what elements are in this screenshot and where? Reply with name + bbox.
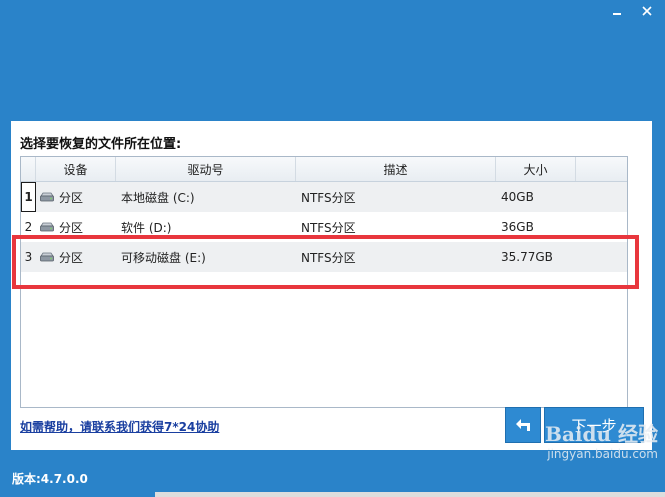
minimize-icon (613, 13, 621, 15)
watermark-url: jingyan.baidu.com (547, 447, 658, 461)
table-row[interactable]: 3 分区 可移动磁盘 (E:) NTFS分区 35.77GB (21, 242, 627, 272)
row-size: 35.77GB (501, 250, 553, 264)
device-label: 分区 (59, 220, 84, 235)
minimize-button[interactable] (605, 0, 629, 22)
row-desc: NTFS分区 (301, 220, 356, 235)
row-drive: 软件 (D:) (121, 220, 172, 235)
header-device[interactable]: 设备 (36, 157, 116, 181)
row-index: 2 (24, 220, 33, 234)
table-row[interactable]: 2 分区 软件 (D:) NTFS分区 36GB (21, 212, 627, 242)
header-desc[interactable]: 描述 (296, 157, 496, 181)
header-drive[interactable]: 驱动号 (116, 157, 296, 181)
table-row[interactable]: 1 分区 本地磁盘 (C:) NTFS分区 40GB (21, 182, 627, 212)
hard-drive-icon (40, 222, 54, 232)
row-device: 分区 (36, 219, 116, 236)
main-panel: 选择要恢复的文件所在位置: 设备 驱动号 描述 大小 1 分区 本地磁盘 (C:… (11, 121, 652, 450)
row-device: 分区 (36, 189, 116, 206)
row-size: 40GB (501, 190, 534, 204)
baidu-watermark: Baidu 经验 jingyan.baidu.com (508, 418, 658, 461)
row-desc: NTFS分区 (301, 190, 356, 205)
table-header: 设备 驱动号 描述 大小 (21, 157, 627, 182)
header-index (21, 157, 36, 181)
prompt-title: 选择要恢复的文件所在位置: (20, 137, 182, 152)
device-label: 分区 (59, 250, 84, 265)
header-size[interactable]: 大小 (496, 157, 576, 181)
row-drive: 可移动磁盘 (E:) (121, 250, 206, 265)
window-controls (605, 0, 659, 22)
row-size: 36GB (501, 220, 534, 234)
hard-drive-icon (40, 192, 54, 202)
bottom-edge (155, 492, 665, 497)
version-label: 版本:4.7.0.0 (12, 472, 88, 486)
row-drive: 本地磁盘 (C:) (121, 190, 195, 205)
hard-drive-icon (40, 252, 54, 262)
close-button[interactable] (635, 0, 659, 22)
device-label: 分区 (59, 190, 84, 205)
close-icon (642, 6, 652, 16)
row-index: 3 (24, 250, 33, 264)
help-link[interactable]: 如需帮助，请联系我们获得7*24协助 (20, 418, 219, 435)
row-desc: NTFS分区 (301, 250, 356, 265)
watermark-brand: Baidu 经验 (545, 422, 658, 446)
row-index: 1 (21, 182, 36, 212)
row-device: 分区 (36, 249, 116, 266)
drive-table: 设备 驱动号 描述 大小 1 分区 本地磁盘 (C:) NTFS分区 40GB … (20, 156, 628, 408)
